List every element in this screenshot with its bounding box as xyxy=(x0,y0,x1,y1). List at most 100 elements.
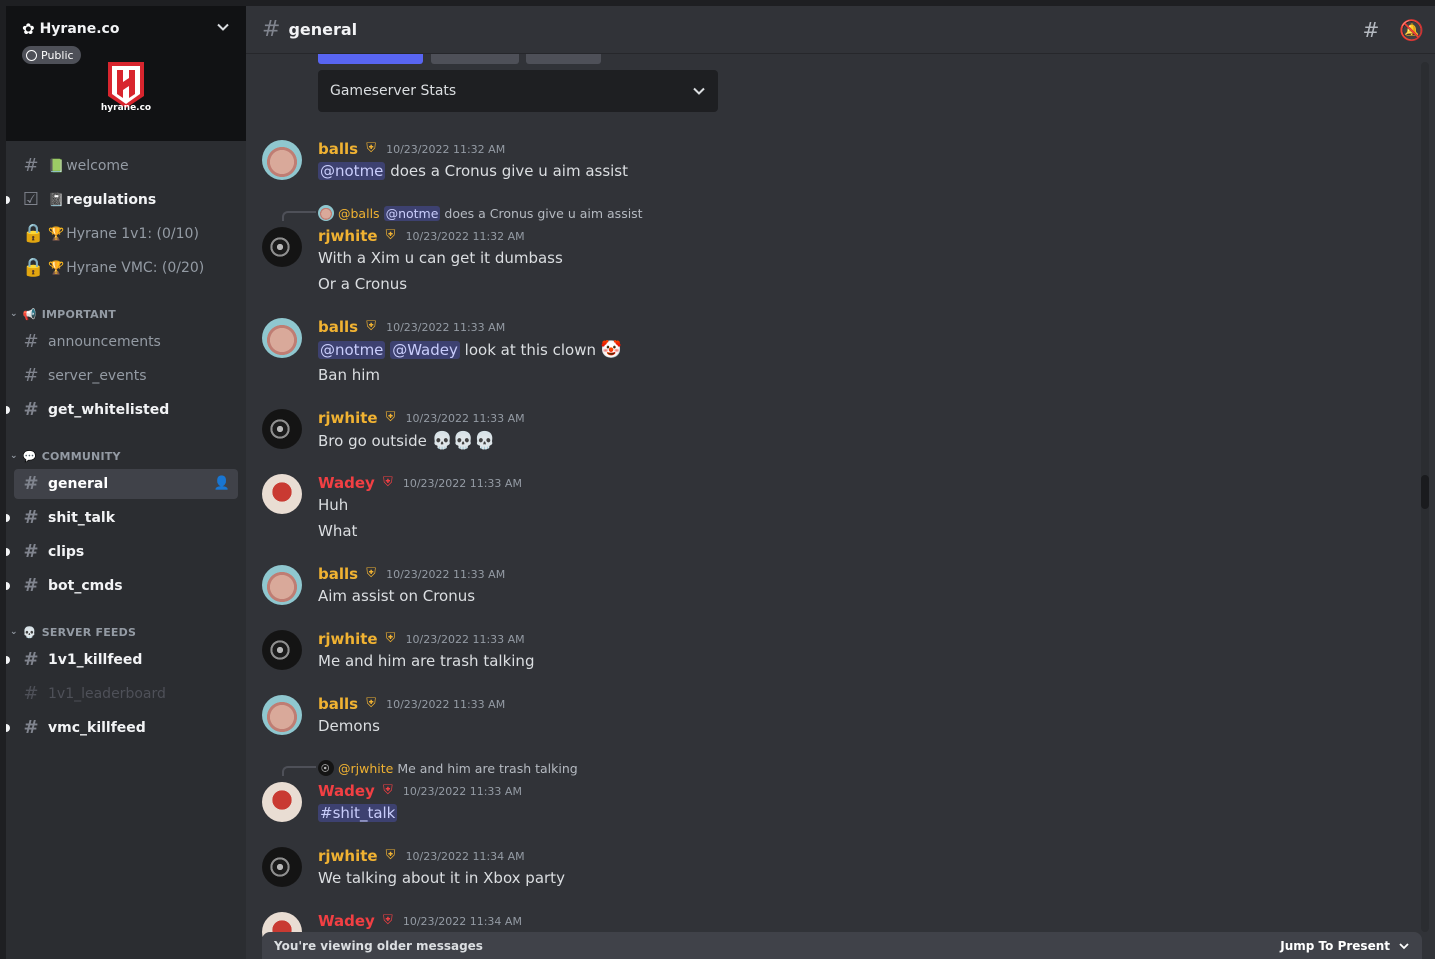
channel-1v1-killfeed[interactable]: # 1v1_killfeed xyxy=(6,645,238,675)
username[interactable]: rjwhite xyxy=(318,630,378,648)
username[interactable]: rjwhite xyxy=(318,847,378,865)
avatar[interactable] xyxy=(262,565,302,605)
timestamp: 10/23/2022 11:33 AM xyxy=(386,697,506,711)
message-text: Demons xyxy=(318,717,380,735)
clown-emoji: 🤡 xyxy=(600,340,622,360)
guild-name[interactable]: ✿ Hyrane.co xyxy=(22,20,119,38)
avatar[interactable] xyxy=(262,695,302,735)
channel-1v1-leaderboard[interactable]: # 1v1_leaderboard xyxy=(14,679,238,709)
channel-label: get_whitelisted xyxy=(48,402,170,418)
avatar[interactable] xyxy=(262,630,302,670)
channel-shit-talk[interactable]: # shit_talk xyxy=(6,503,238,533)
megaphone-emoji: 📢 xyxy=(22,307,37,321)
lock-icon: 🔒 xyxy=(22,223,45,244)
hash-icon: # xyxy=(23,365,39,386)
timestamp: 10/23/2022 11:33 AM xyxy=(405,632,525,646)
embed-button-primary[interactable] xyxy=(318,54,423,64)
jump-to-present-button[interactable]: Jump To Present xyxy=(1280,939,1410,953)
avatar[interactable] xyxy=(262,474,302,514)
hash-icon: # xyxy=(23,575,39,596)
threads-icon[interactable]: # xyxy=(1359,18,1383,42)
avatar[interactable] xyxy=(262,227,302,267)
username[interactable]: Wadey xyxy=(318,912,375,930)
username[interactable]: rjwhite xyxy=(318,227,378,245)
username[interactable]: Wadey xyxy=(318,474,375,492)
channel-label: general xyxy=(48,476,109,492)
guild-header[interactable]: ✿ Hyrane.co Public hyrane.co xyxy=(6,6,246,141)
channel-label: 1v1_leaderboard xyxy=(48,686,166,702)
reply-preview[interactable]: @rjwhite Me and him are trash talking xyxy=(318,760,578,776)
guild-logo-text: hyrane.co xyxy=(100,103,152,113)
avatar[interactable] xyxy=(262,140,302,180)
add-user-icon[interactable]: 👤 xyxy=(214,476,230,491)
message-text: Me and him are trash talking xyxy=(318,652,535,670)
user-mention[interactable]: @notme xyxy=(318,162,386,180)
message-text: Huh xyxy=(318,496,349,514)
scrollbar-thumb[interactable] xyxy=(1421,475,1429,509)
chevron-down-icon: ⌄ xyxy=(10,451,18,461)
channel-get-whitelisted[interactable]: # get_whitelisted xyxy=(6,395,238,425)
channel-regulations[interactable]: ☑ 📓 regulations xyxy=(6,185,238,215)
username[interactable]: balls xyxy=(318,695,358,713)
avatar[interactable] xyxy=(262,782,302,822)
channel-hyrane-1v1[interactable]: 🔒 🏆 Hyrane 1v1: (0/10) xyxy=(14,219,238,249)
timestamp: 10/23/2022 11:33 AM xyxy=(402,784,522,798)
embed-button-tertiary[interactable] xyxy=(526,54,601,64)
jump-label: Jump To Present xyxy=(1280,938,1390,953)
notification-bell-muted-icon[interactable]: 🔕 xyxy=(1399,18,1424,42)
chevron-down-icon[interactable] xyxy=(216,20,230,34)
channel-vmc-killfeed[interactable]: # vmc_killfeed xyxy=(6,713,238,743)
message-content: @notme does a Cronus give u aim assist xyxy=(318,162,628,180)
speech-bubble-emoji: 💬 xyxy=(22,449,37,463)
role-shield-icon: ⛨ xyxy=(382,913,393,928)
reply-avatar xyxy=(318,205,334,221)
avatar[interactable] xyxy=(262,409,302,449)
reply-preview[interactable]: @balls @notme does a Cronus give u aim a… xyxy=(318,205,643,221)
role-shield-icon: ⛨ xyxy=(366,696,376,711)
channel-server-events[interactable]: # server_events xyxy=(14,361,238,391)
user-mention[interactable]: @Wadey xyxy=(390,341,460,359)
hash-icon: # xyxy=(23,683,39,704)
timestamp: 10/23/2022 11:33 AM xyxy=(386,567,506,581)
channel-general[interactable]: # general 👤 xyxy=(14,469,238,499)
reply-author[interactable]: @balls xyxy=(338,206,380,221)
category-server-feeds[interactable]: ⌄ 💀 SERVER FEEDS xyxy=(10,624,136,640)
user-mention[interactable]: @notme xyxy=(383,205,441,221)
username[interactable]: rjwhite xyxy=(318,409,378,427)
timestamp: 10/23/2022 11:34 AM xyxy=(402,914,522,928)
message-text: Or a Cronus xyxy=(318,275,408,293)
category-important[interactable]: ⌄ 📢 IMPORTANT xyxy=(10,306,116,322)
role-shield-icon: ⛨ xyxy=(385,410,396,425)
reply-avatar xyxy=(318,760,334,776)
timestamp: 10/23/2022 11:33 AM xyxy=(386,320,506,334)
username[interactable]: balls xyxy=(318,318,358,336)
role-shield-icon: ⛨ xyxy=(385,848,396,863)
message-text: look at this clown xyxy=(464,341,596,359)
username[interactable]: Wadey xyxy=(318,782,375,800)
reply-text: Me and him are trash talking xyxy=(397,760,578,776)
channel-announcements[interactable]: # announcements xyxy=(14,327,238,357)
user-mention[interactable]: @notme xyxy=(318,341,386,359)
scrollbar-track[interactable] xyxy=(1421,62,1429,932)
channel-hyrane-vmc[interactable]: 🔒 🏆 Hyrane VMC: (0/20) xyxy=(14,253,238,283)
public-badge: Public xyxy=(22,46,81,64)
message-content: Bro go outside 💀💀💀 xyxy=(318,431,495,451)
username[interactable]: balls xyxy=(318,565,358,583)
chat-area: # general # 🔕 Gameserver Stats balls ⛨ 1… xyxy=(246,6,1435,959)
embed-button-secondary[interactable] xyxy=(431,54,519,64)
avatar[interactable] xyxy=(262,318,302,358)
globe-icon xyxy=(26,49,37,61)
gameserver-select[interactable]: Gameserver Stats xyxy=(318,70,718,112)
channel-bot-cmds[interactable]: # bot_cmds xyxy=(6,571,238,601)
channel-link[interactable]: #shit_talk xyxy=(318,804,398,822)
channel-clips[interactable]: # clips xyxy=(6,537,238,567)
timestamp: 10/23/2022 11:32 AM xyxy=(386,142,506,156)
reply-text: does a Cronus give u aim assist xyxy=(444,205,643,221)
avatar[interactable] xyxy=(262,847,302,887)
channel-welcome[interactable]: # 📗 welcome xyxy=(14,151,238,181)
category-community[interactable]: ⌄ 💬 COMMUNITY xyxy=(10,448,121,464)
select-value: Gameserver Stats xyxy=(330,83,457,99)
reply-author[interactable]: @rjwhite xyxy=(338,761,393,776)
username[interactable]: balls xyxy=(318,140,358,158)
green-book-emoji: 📗 xyxy=(48,158,65,174)
